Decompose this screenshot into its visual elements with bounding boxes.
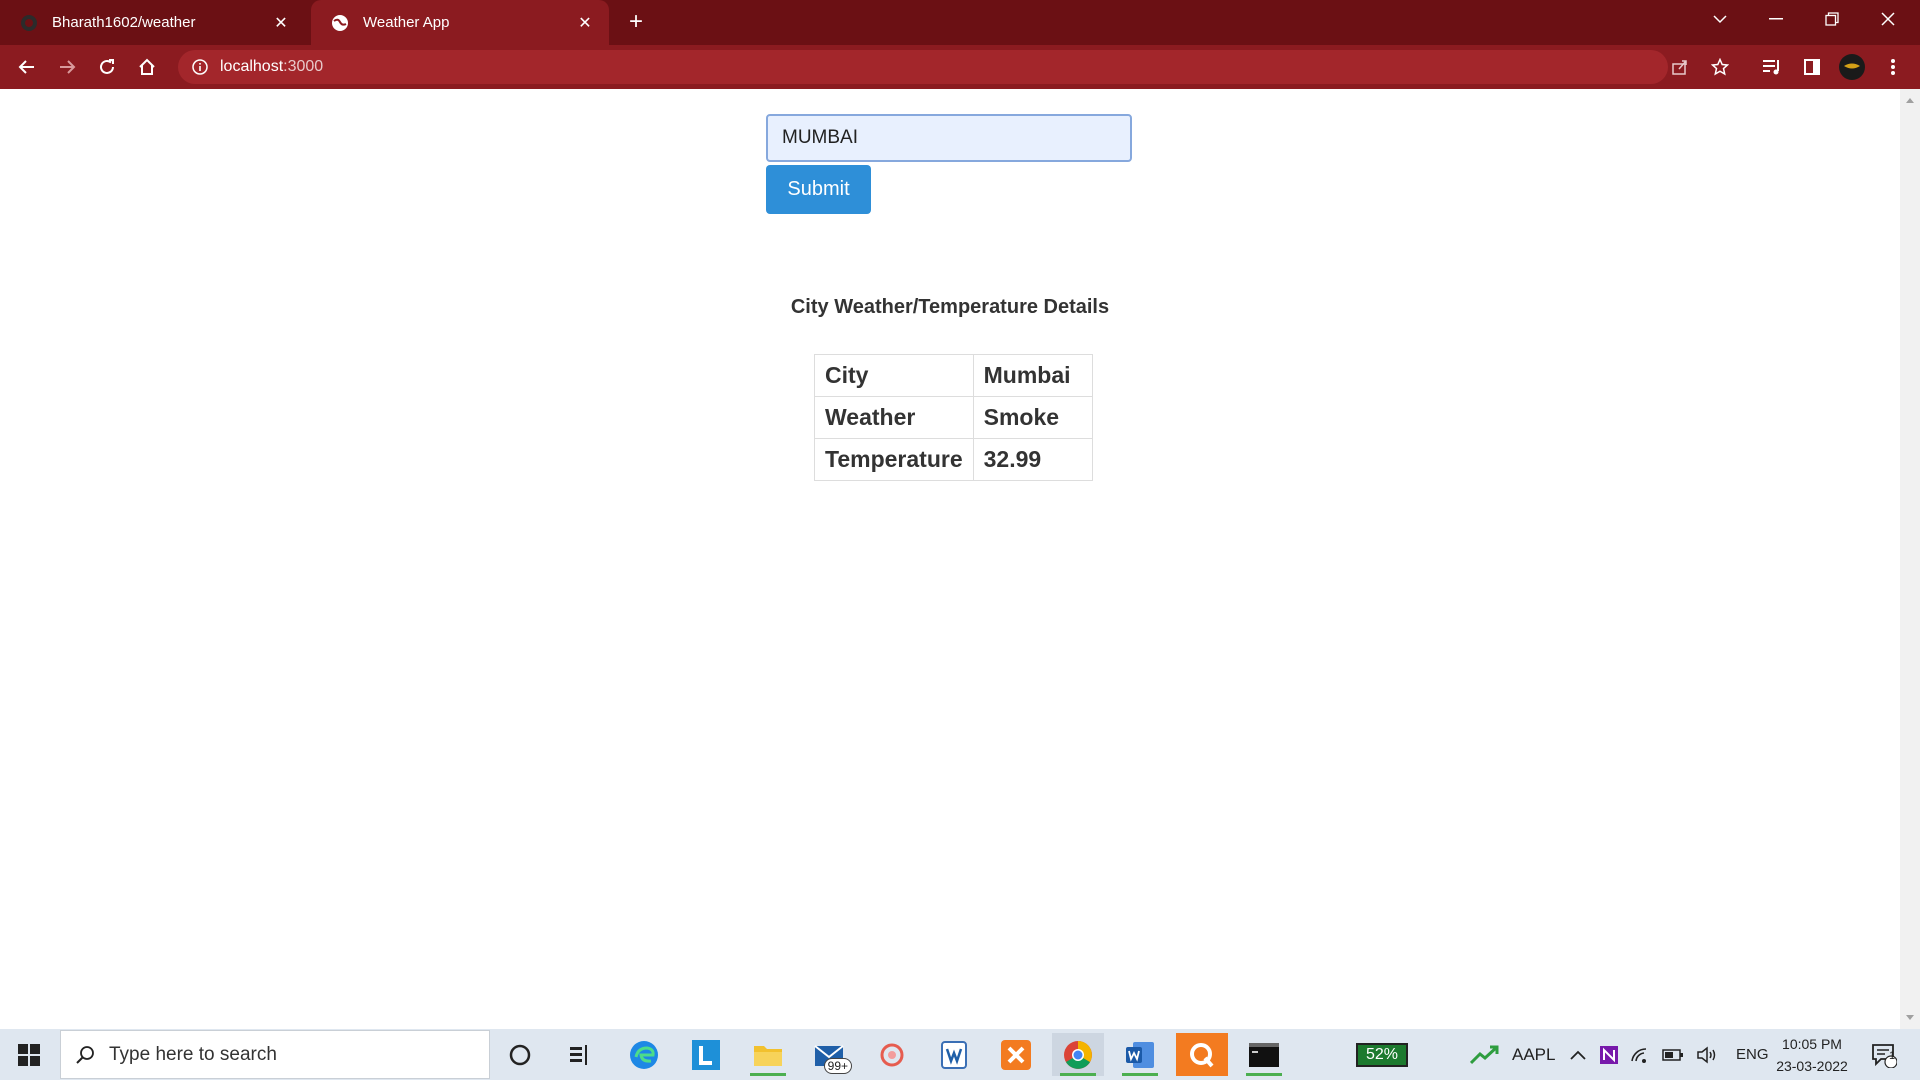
side-panel-icon[interactable]: [1796, 51, 1828, 83]
xampp-icon[interactable]: [990, 1033, 1042, 1076]
tab-search-icon[interactable]: [1692, 0, 1748, 38]
table-row: Weather Smoke: [814, 396, 1093, 439]
volume-icon[interactable]: [1696, 1045, 1718, 1064]
row-label: Weather: [814, 396, 974, 439]
tab-title: Weather App: [363, 14, 450, 31]
details-heading: City Weather/Temperature Details: [790, 296, 1110, 318]
tray-icons: ENG: [1570, 1029, 1769, 1080]
battery-widget[interactable]: 52%: [1356, 1029, 1409, 1080]
system-clock[interactable]: 10:05 PM 23-03-2022: [1762, 1033, 1862, 1077]
url-text: localhost:3000: [220, 58, 323, 76]
tab-title: Bharath1602/weather: [52, 14, 196, 31]
tab-weather-app[interactable]: Weather App ✕: [311, 0, 609, 45]
page-viewport: [0, 89, 1900, 1029]
task-view-icon[interactable]: [554, 1033, 606, 1076]
reload-icon[interactable]: [91, 51, 123, 83]
notification-count: 1: [1888, 1050, 1896, 1062]
profile-avatar[interactable]: [1836, 51, 1868, 83]
close-window-button[interactable]: [1860, 0, 1916, 38]
terminal-icon[interactable]: [1238, 1033, 1290, 1076]
address-bar[interactable]: localhost:3000: [178, 50, 1729, 84]
table-row: Temperature 32.99: [814, 438, 1093, 481]
row-value: Smoke: [972, 396, 1093, 439]
table-row: City Mumbai: [814, 354, 1093, 397]
url-host: localhost: [220, 58, 284, 75]
city-input[interactable]: [766, 114, 1132, 162]
notification-center-icon[interactable]: 1: [1868, 1039, 1900, 1071]
windows-start-icon[interactable]: [0, 1029, 58, 1080]
notepad-app-icon[interactable]: [928, 1033, 980, 1076]
share-icon[interactable]: [1666, 53, 1694, 81]
browser-toolbar: localhost:3000: [0, 45, 1920, 89]
chrome-browser-icon[interactable]: [1052, 1033, 1104, 1076]
forward-arrow-icon[interactable]: [51, 51, 83, 83]
wifi-icon[interactable]: [1630, 1047, 1650, 1063]
close-tab-icon[interactable]: ✕: [573, 11, 597, 35]
word-icon[interactable]: [1114, 1033, 1166, 1076]
close-tab-icon[interactable]: ✕: [269, 11, 293, 35]
windows-taskbar: Type here to search 99+ 52% AAPL ENG 10:…: [0, 1029, 1920, 1080]
taskbar-search-box[interactable]: Type here to search: [60, 1030, 490, 1079]
edge-browser-icon[interactable]: [618, 1033, 670, 1076]
row-value: 32.99: [972, 438, 1093, 481]
q-app-icon[interactable]: [1176, 1033, 1228, 1076]
stocks-widget[interactable]: AAPL: [1470, 1029, 1555, 1080]
new-tab-button[interactable]: +: [622, 8, 650, 36]
file-explorer-icon[interactable]: [742, 1033, 794, 1076]
row-label: City: [814, 354, 974, 397]
weather-details-table: City Mumbai Weather Smoke Temperature 32…: [814, 354, 1093, 481]
media-control-icon[interactable]: [1756, 51, 1788, 83]
row-label: Temperature: [814, 438, 974, 481]
search-placeholder: Type here to search: [109, 1043, 277, 1065]
row-value: Mumbai: [972, 354, 1093, 397]
mail-icon[interactable]: 99+: [804, 1033, 856, 1076]
globe-icon: [331, 14, 349, 32]
l-app-icon[interactable]: [680, 1033, 732, 1076]
url-port: :3000: [283, 58, 324, 75]
back-arrow-icon[interactable]: [11, 51, 43, 83]
clock-date: 23-03-2022: [1776, 1058, 1848, 1074]
battery-icon[interactable]: [1662, 1048, 1684, 1062]
menu-kebab-icon[interactable]: [1877, 51, 1909, 83]
bookmark-star-icon[interactable]: [1706, 53, 1734, 81]
ring-app-icon[interactable]: [866, 1033, 918, 1076]
submit-button[interactable]: Submit: [766, 165, 871, 214]
search-icon: [75, 1045, 95, 1065]
clock-time: 10:05 PM: [1782, 1036, 1842, 1052]
chevron-up-icon[interactable]: [1570, 1050, 1586, 1060]
tab-github[interactable]: Bharath1602/weather ✕: [0, 0, 305, 45]
stock-ticker: AAPL: [1512, 1044, 1556, 1064]
restore-button[interactable]: [1804, 0, 1860, 38]
tab-strip: Bharath1602/weather ✕ Weather App ✕ +: [0, 0, 1920, 45]
cortana-icon[interactable]: [494, 1033, 546, 1076]
battery-percent-badge: 52%: [1356, 1042, 1409, 1067]
vertical-scrollbar[interactable]: [1900, 89, 1920, 1029]
mail-badge: 99+: [823, 1058, 852, 1074]
github-icon: [20, 14, 38, 32]
minimize-button[interactable]: [1748, 0, 1804, 38]
home-icon[interactable]: [131, 51, 163, 83]
site-info-icon[interactable]: [192, 59, 208, 75]
trending-up-icon: [1470, 1045, 1500, 1065]
onenote-icon[interactable]: [1600, 1045, 1618, 1064]
